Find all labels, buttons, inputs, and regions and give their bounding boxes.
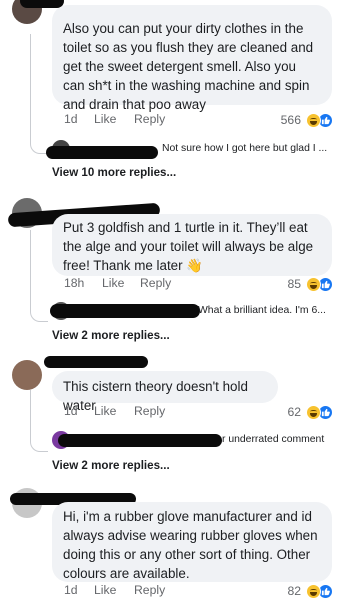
comment-time: 18h	[64, 276, 85, 290]
comment-1: Also you can put your dirty clothes in t…	[0, 0, 343, 190]
redacted-name	[46, 146, 158, 159]
comment-time: 1d	[64, 404, 78, 418]
comment-bubble: This cistern theory doesn't hold water	[52, 371, 278, 413]
reply-button[interactable]: Reply	[134, 404, 165, 418]
reaction-count: 566	[280, 113, 301, 127]
like-button[interactable]: Like	[102, 276, 124, 290]
view-more-replies[interactable]: View 10 more replies...	[52, 166, 176, 179]
reply-preview-text: Not sure how I got here but glad I ...	[162, 143, 328, 154]
haha-emoji-icon	[306, 404, 321, 420]
reply-thread-line	[30, 390, 48, 452]
reply-preview[interactable]: What a brilliant idea. I'm 6...	[50, 302, 342, 322]
reaction-summary[interactable]: 82	[287, 582, 333, 600]
redacted-name	[44, 356, 148, 368]
reply-preview-text: r underrated comment	[222, 434, 325, 445]
haha-emoji-icon	[306, 112, 321, 128]
like-button[interactable]: Like	[94, 404, 116, 418]
comment-time: 1d	[64, 112, 78, 126]
comment-4: Hi, i'm a rubber glove manufacturer and …	[0, 484, 343, 600]
reply-thread-line	[30, 34, 48, 154]
reaction-count: 85	[287, 277, 301, 291]
comment-bubble: Put 3 goldfish and 1 turtle in it. They’…	[52, 214, 332, 276]
haha-emoji-icon	[306, 583, 321, 599]
comment-text: Hi, i'm a rubber glove manufacturer and …	[63, 509, 318, 581]
commenter-avatar[interactable]	[12, 360, 42, 390]
like-button[interactable]: Like	[94, 112, 116, 126]
reply-preview[interactable]: r underrated comment	[52, 431, 342, 451]
like-button[interactable]: Like	[94, 583, 116, 597]
redacted-name	[20, 0, 64, 8]
redacted-name	[58, 434, 222, 447]
comment-time: 1d	[64, 583, 78, 597]
reaction-summary[interactable]: 62	[287, 403, 333, 421]
view-more-replies[interactable]: View 2 more replies...	[52, 459, 170, 472]
reaction-count: 82	[287, 584, 301, 598]
reply-preview-text: What a brilliant idea. I'm 6...	[198, 305, 326, 316]
reply-button[interactable]: Reply	[134, 112, 165, 126]
comment-2: Put 3 goldfish and 1 turtle in it. They’…	[0, 196, 343, 356]
reply-button[interactable]: Reply	[140, 276, 171, 290]
reply-thread-line	[30, 230, 48, 322]
reaction-count: 62	[287, 405, 301, 419]
view-more-replies[interactable]: View 2 more replies...	[52, 329, 170, 342]
reaction-summary[interactable]: 566	[281, 111, 333, 129]
redacted-name	[50, 304, 200, 318]
comment-bubble: Hi, i'm a rubber glove manufacturer and …	[52, 502, 332, 582]
reply-button[interactable]: Reply	[134, 583, 165, 597]
comment-text: Put 3 goldfish and 1 turtle in it. They’…	[63, 220, 314, 273]
haha-emoji-icon	[306, 276, 321, 292]
comment-text: Also you can put your dirty clothes in t…	[63, 21, 314, 112]
reaction-summary[interactable]: 85	[287, 275, 333, 293]
comment-bubble: Also you can put your dirty clothes in t…	[52, 5, 332, 112]
comment-3: This cistern theory doesn't hold water 1…	[0, 356, 343, 481]
reply-preview[interactable]: Not sure how I got here but glad I ...	[46, 140, 342, 160]
